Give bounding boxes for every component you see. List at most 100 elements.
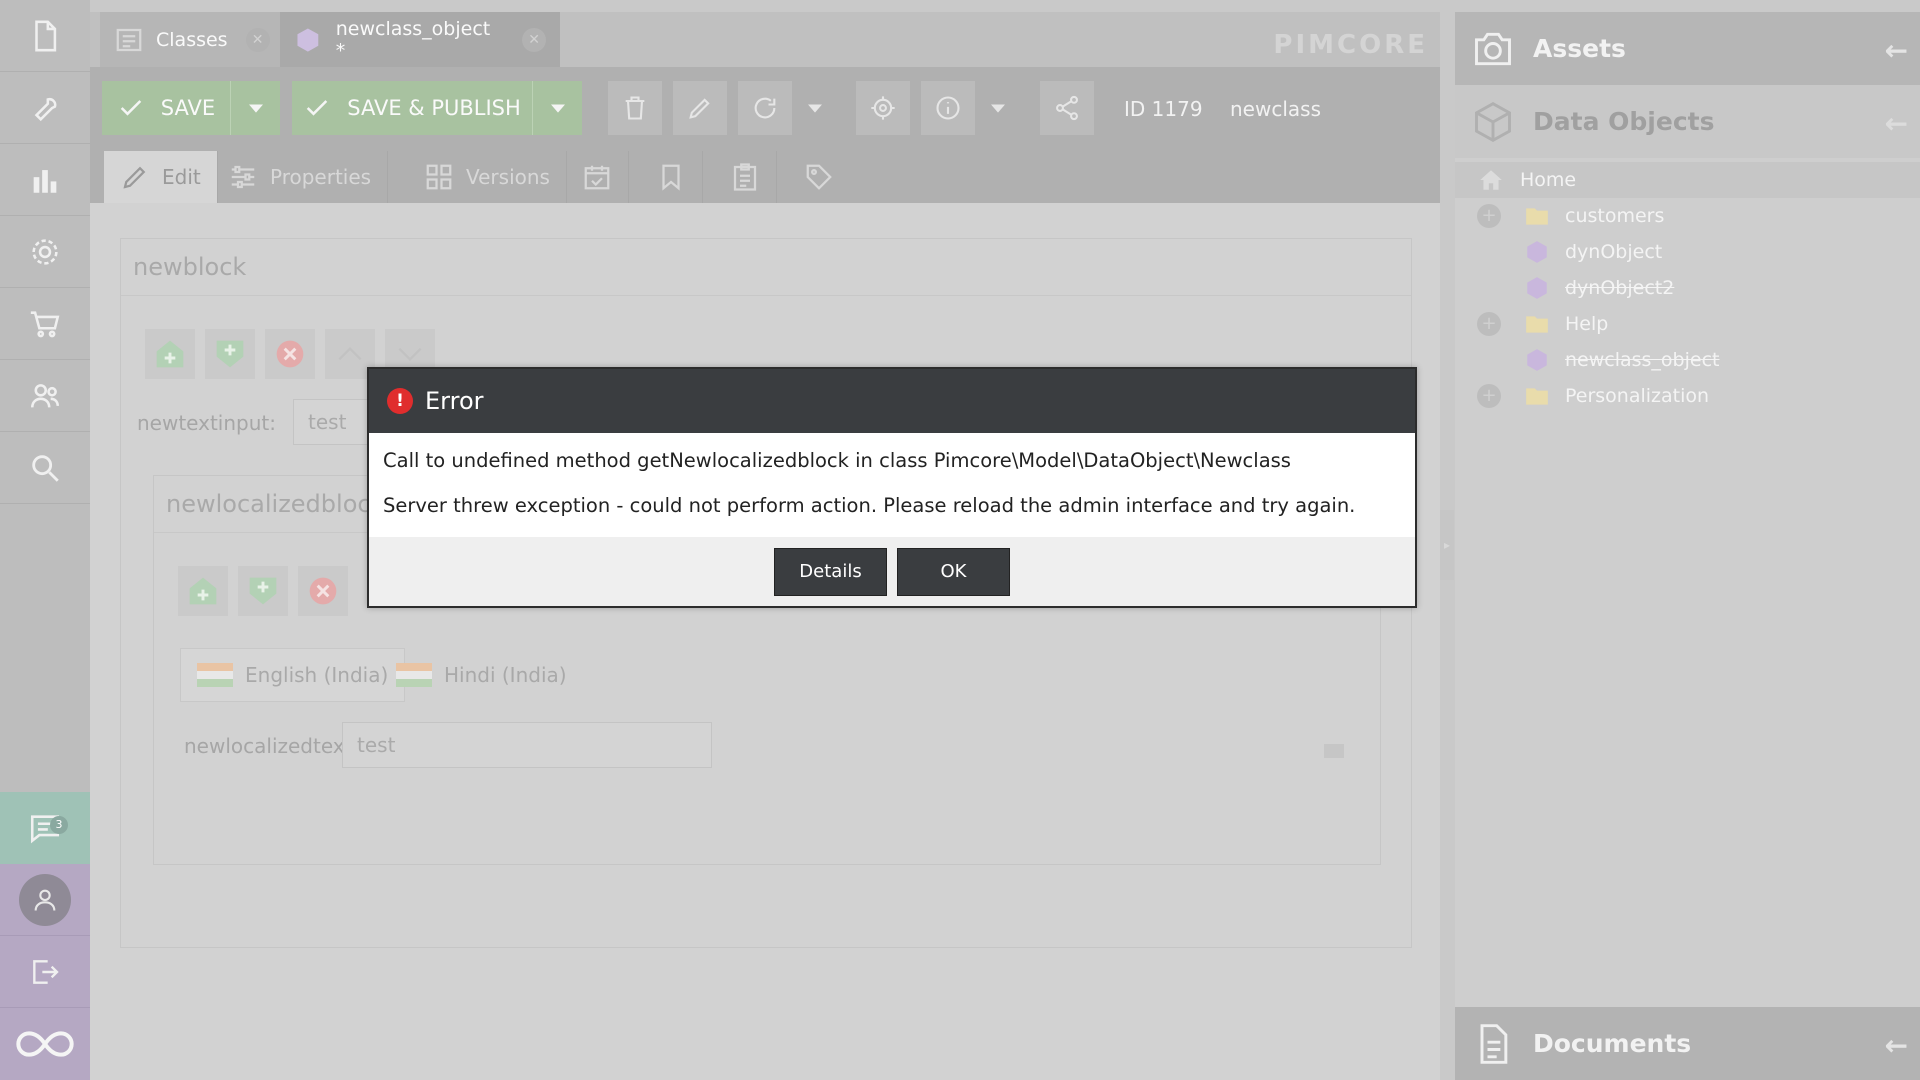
tab-edit[interactable]: Edit bbox=[104, 151, 218, 203]
documents-menu-button[interactable] bbox=[0, 0, 90, 72]
tree-item-label: Personalization bbox=[1565, 385, 1710, 407]
arrow-left-icon[interactable]: ← bbox=[1885, 107, 1908, 140]
newlocalizedtext-label: newlocalizedtexti bbox=[184, 734, 359, 758]
data-objects-panel-header[interactable]: Data Objects ← bbox=[1455, 85, 1920, 158]
notifications-button[interactable]: 3 bbox=[0, 792, 90, 864]
ecommerce-menu-button[interactable] bbox=[0, 288, 90, 360]
tools-menu-button[interactable] bbox=[0, 72, 90, 144]
chevron-up-icon bbox=[338, 346, 362, 361]
logout-button[interactable] bbox=[0, 936, 90, 1008]
reports-menu-button[interactable] bbox=[0, 144, 90, 216]
india-flag-icon bbox=[396, 663, 432, 687]
cube-icon bbox=[1527, 277, 1547, 299]
chevron-down-icon bbox=[398, 347, 422, 362]
add-up-icon bbox=[189, 577, 217, 605]
settings-menu-button[interactable] bbox=[0, 216, 90, 288]
remove-circle-icon bbox=[309, 577, 337, 605]
save-dropdown-button[interactable] bbox=[230, 81, 280, 135]
tree-item-customers[interactable]: + customers bbox=[1455, 198, 1920, 234]
tab-newclass-object[interactable]: newclass_object * ✕ bbox=[280, 12, 560, 67]
object-toolbar: SAVE SAVE & PUBLISH ID 1179 newclass bbox=[90, 67, 1440, 149]
tree-item-dynobject2[interactable]: dynObject2 bbox=[1455, 270, 1920, 306]
tab-hindi-india[interactable]: Hindi (India) bbox=[380, 648, 583, 702]
clipboard-icon bbox=[733, 163, 757, 191]
delete-button[interactable] bbox=[608, 81, 662, 135]
save-button-label: SAVE bbox=[160, 96, 216, 120]
save-publish-button[interactable]: SAVE & PUBLISH bbox=[292, 81, 532, 135]
add-before-button[interactable] bbox=[178, 566, 228, 616]
error-icon: ! bbox=[387, 388, 413, 414]
vertical-scrollbar[interactable] bbox=[1324, 728, 1346, 776]
tab-english-india[interactable]: English (India) bbox=[180, 648, 406, 702]
pencil-icon bbox=[689, 98, 710, 119]
panel-collapse-handle[interactable]: ▸ bbox=[1440, 510, 1454, 580]
tree-item-newclass-object[interactable]: newclass_object bbox=[1455, 342, 1920, 378]
save-publish-label: SAVE & PUBLISH bbox=[347, 96, 521, 120]
expand-icon[interactable]: + bbox=[1477, 204, 1501, 228]
tab-schedule[interactable] bbox=[566, 151, 629, 203]
add-after-button[interactable] bbox=[238, 566, 288, 616]
share-button[interactable] bbox=[1040, 81, 1094, 135]
pimcore-logo-button[interactable] bbox=[0, 1008, 90, 1080]
file-icon bbox=[35, 20, 57, 51]
remove-circle-icon bbox=[276, 340, 304, 368]
close-icon[interactable]: ✕ bbox=[245, 27, 270, 52]
expand-icon[interactable]: + bbox=[1477, 312, 1501, 336]
add-after-button[interactable] bbox=[205, 329, 255, 379]
cube-icon bbox=[297, 27, 319, 52]
tree-item-label: dynObject bbox=[1565, 241, 1663, 263]
cart-icon bbox=[30, 310, 60, 337]
bar-chart-icon bbox=[33, 169, 57, 193]
error-dialog-title: Error bbox=[425, 387, 484, 415]
arrow-left-icon[interactable]: ← bbox=[1885, 34, 1908, 67]
caret-down-icon bbox=[808, 104, 822, 113]
locate-in-tree-button[interactable] bbox=[856, 81, 910, 135]
user-icon bbox=[34, 889, 56, 911]
reload-dropdown-button[interactable] bbox=[793, 81, 837, 135]
scrollbar-thumb[interactable] bbox=[1324, 744, 1344, 758]
details-button[interactable]: Details bbox=[774, 547, 887, 596]
save-publish-dropdown-button[interactable] bbox=[532, 81, 582, 135]
folder-icon bbox=[1526, 316, 1548, 333]
tab-versions[interactable]: Versions bbox=[408, 151, 567, 203]
remove-block-button[interactable] bbox=[265, 329, 315, 379]
tree-item-dynobject[interactable]: dynObject bbox=[1455, 234, 1920, 270]
document-tab-bar: Classes ✕ newclass_object * ✕ PIMCORE bbox=[90, 12, 1440, 67]
add-before-button[interactable] bbox=[145, 329, 195, 379]
save-button[interactable]: SAVE bbox=[102, 81, 230, 135]
folder-icon bbox=[1526, 208, 1548, 225]
tab-classes-label: Classes bbox=[156, 28, 228, 51]
tab-tasks[interactable] bbox=[714, 151, 777, 203]
users-menu-button[interactable] bbox=[0, 360, 90, 432]
rename-button[interactable] bbox=[673, 81, 727, 135]
reload-button[interactable] bbox=[738, 81, 792, 135]
tree-item-home[interactable]: Home bbox=[1455, 162, 1920, 198]
close-icon[interactable]: ✕ bbox=[522, 27, 546, 52]
tab-notes[interactable] bbox=[640, 151, 703, 203]
object-id-text: ID 1179 bbox=[1124, 97, 1203, 121]
tree-item-personalization[interactable]: + Personalization bbox=[1455, 378, 1920, 414]
remove-block-button[interactable] bbox=[298, 566, 348, 616]
error-dialog-footer: Details OK bbox=[369, 537, 1415, 606]
arrow-left-icon[interactable]: ← bbox=[1885, 1029, 1908, 1062]
documents-title: Documents bbox=[1533, 1029, 1692, 1058]
tab-english-label: English (India) bbox=[245, 663, 389, 687]
documents-panel-header[interactable]: Documents ← bbox=[1455, 1007, 1920, 1080]
brand-logo: PIMCORE bbox=[1273, 30, 1428, 60]
info-button[interactable] bbox=[921, 81, 975, 135]
add-up-icon bbox=[156, 340, 184, 368]
info-dropdown-button[interactable] bbox=[976, 81, 1020, 135]
refresh-icon bbox=[754, 97, 776, 119]
profile-button[interactable] bbox=[0, 864, 90, 936]
ok-button[interactable]: OK bbox=[897, 547, 1010, 596]
assets-panel-header[interactable]: Assets ← bbox=[1455, 12, 1920, 85]
tree-item-help[interactable]: + Help bbox=[1455, 306, 1920, 342]
left-sidebar: 3 bbox=[0, 0, 90, 1080]
expand-icon[interactable]: + bbox=[1477, 384, 1501, 408]
tab-tags[interactable] bbox=[788, 151, 850, 203]
tab-hindi-label: Hindi (India) bbox=[444, 663, 567, 687]
newlocalizedtext-field[interactable]: test bbox=[342, 722, 712, 768]
search-menu-button[interactable] bbox=[0, 432, 90, 504]
class-name-text: newclass bbox=[1230, 97, 1321, 121]
tab-properties[interactable]: Properties bbox=[212, 151, 389, 203]
